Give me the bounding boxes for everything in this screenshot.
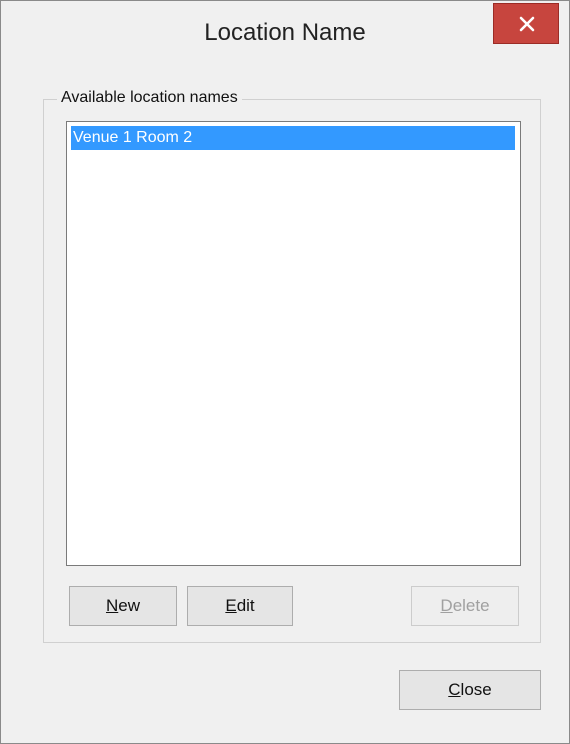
window-title: Location Name [204, 19, 366, 46]
window-close-button[interactable] [493, 3, 559, 44]
delete-mnemonic: D [440, 596, 453, 615]
new-label: ew [118, 596, 140, 615]
edit-label: dit [236, 596, 255, 615]
close-button[interactable]: Close [399, 670, 541, 710]
edit-button[interactable]: Edit [187, 586, 293, 626]
close-label: lose [460, 680, 492, 699]
list-item[interactable]: Venue 1 Room 2 [71, 126, 515, 150]
new-button[interactable]: New [69, 586, 177, 626]
group-label: Available location names [57, 89, 242, 107]
edit-mnemonic: E [225, 596, 237, 615]
delete-label: elete [452, 596, 490, 615]
delete-button[interactable]: Delete [411, 586, 519, 626]
dialog-window: Location Name Available location names V… [0, 0, 570, 744]
close-icon [519, 16, 535, 32]
location-names-listbox[interactable]: Venue 1 Room 2 [66, 121, 521, 566]
close-mnemonic: C [448, 680, 461, 699]
title-bar[interactable]: Location Name [1, 1, 569, 71]
new-mnemonic: N [105, 596, 119, 615]
